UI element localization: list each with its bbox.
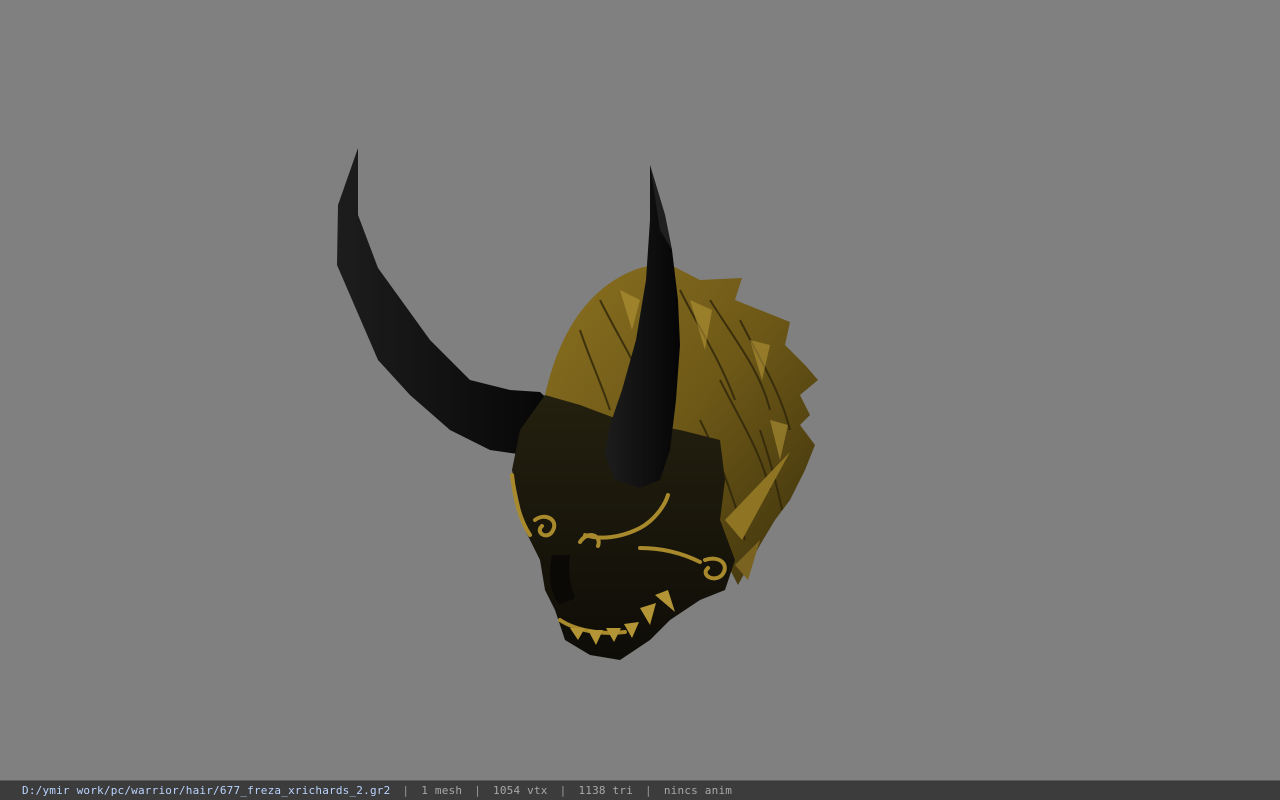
left-horn bbox=[337, 148, 565, 455]
file-path: D:/ymir work/pc/warrior/hair/677_freza_x… bbox=[22, 784, 391, 797]
3d-viewport[interactable] bbox=[0, 0, 1280, 780]
separator: | bbox=[474, 784, 482, 797]
separator: | bbox=[402, 784, 410, 797]
mesh-count: 1 mesh bbox=[421, 784, 463, 797]
model-render[interactable] bbox=[0, 0, 1280, 780]
triangle-count: 1138 tri bbox=[578, 784, 634, 797]
vertex-count: 1054 vtx bbox=[493, 784, 548, 797]
status-bar: D:/ymir work/pc/warrior/hair/677_freza_x… bbox=[0, 780, 1280, 800]
separator: | bbox=[645, 784, 652, 797]
separator: | bbox=[559, 784, 567, 797]
animation-status: nincs anim bbox=[663, 784, 733, 797]
